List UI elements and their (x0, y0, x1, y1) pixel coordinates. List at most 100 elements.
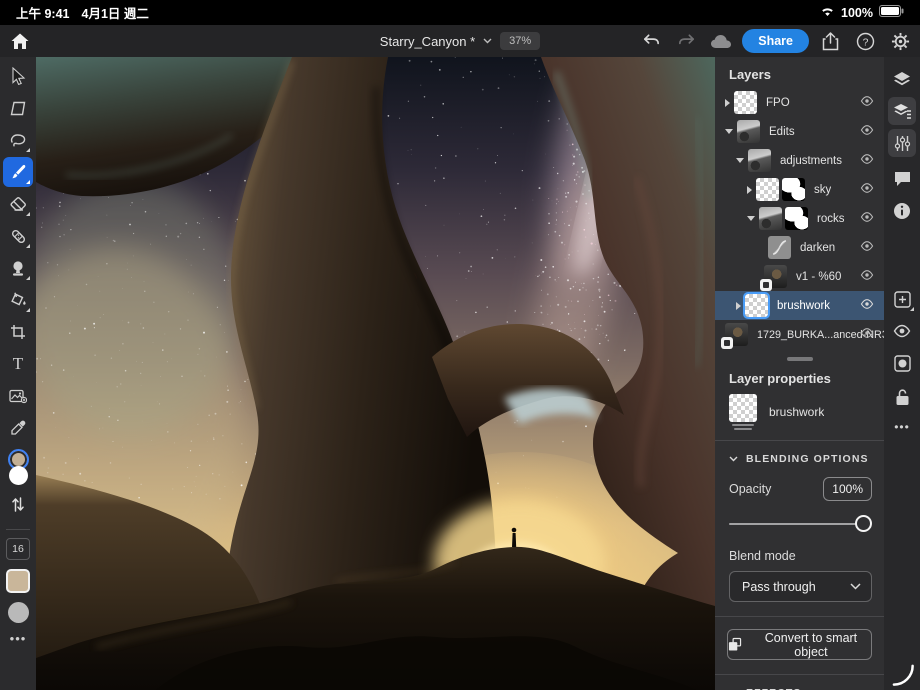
brush-color-preview[interactable] (6, 569, 30, 593)
layer-thumbnail[interactable] (734, 91, 757, 114)
help-icon[interactable]: ? (851, 27, 879, 55)
curves-adjustment-thumbnail[interactable] (768, 236, 791, 259)
settings-gear-icon[interactable] (886, 27, 914, 55)
layer-mask-thumbnail[interactable] (782, 178, 805, 201)
disclosure-expanded-icon[interactable] (747, 216, 755, 221)
top-toolbar: Starry_Canyon * 37% Share ? (0, 25, 920, 57)
opacity-value-field[interactable]: 100% (823, 477, 872, 501)
blend-mode-select[interactable]: Pass through (729, 571, 872, 602)
layer-row-darken[interactable]: darken (715, 233, 884, 262)
layer-mask-button[interactable] (888, 349, 916, 377)
chevron-down-icon (729, 456, 738, 462)
document-title[interactable]: Starry_Canyon * (380, 34, 475, 49)
fill-tool[interactable] (3, 285, 33, 315)
opacity-label: Opacity (729, 482, 772, 496)
comments-panel-icon[interactable] (888, 165, 916, 193)
starry-canyon-image (36, 57, 715, 690)
layer-thumbnail[interactable] (743, 292, 770, 319)
zoom-level-badge[interactable]: 37% (500, 32, 541, 50)
layer-properties-thumbnail (729, 394, 757, 430)
lasso-select-tool[interactable] (3, 125, 33, 155)
smart-object-badge (760, 279, 772, 291)
cloud-sync-icon[interactable] (707, 27, 735, 55)
lock-layer-button[interactable] (888, 383, 916, 411)
document-canvas[interactable] (36, 57, 715, 690)
layer-row-v1[interactable]: v1 - %60 (715, 262, 884, 291)
opacity-slider[interactable] (729, 515, 872, 533)
info-panel-icon[interactable] (888, 197, 916, 225)
disclosure-collapsed-icon[interactable] (747, 185, 752, 194)
visibility-eye-icon[interactable] (860, 239, 874, 257)
brush-size-badge[interactable]: 16 (6, 538, 30, 560)
layer-properties-item: brushwork (715, 394, 884, 430)
toolbar-divider (6, 529, 30, 530)
redo-button[interactable] (672, 27, 700, 55)
clone-stamp-tool[interactable] (3, 253, 33, 283)
smart-object-badge (721, 337, 733, 349)
type-tool[interactable]: T (3, 349, 33, 379)
opacity-slider-knob[interactable] (855, 515, 872, 532)
healing-brush-tool[interactable] (3, 221, 33, 251)
move-tool[interactable] (3, 61, 33, 91)
visibility-eye-icon[interactable] (860, 181, 874, 199)
chevron-down-icon (483, 38, 492, 44)
layer-row-adjustments[interactable]: adjustments (715, 146, 884, 175)
battery-icon (879, 5, 904, 20)
eyedropper-tool[interactable] (3, 413, 33, 443)
swap-colors-button[interactable] (3, 489, 33, 519)
visibility-eye-icon[interactable] (860, 268, 874, 286)
layer-row-1729[interactable]: 1729_BURKA...anced-NR33 (715, 320, 884, 349)
layer-visibility-button[interactable] (888, 317, 916, 345)
adjustments-panel-icon[interactable] (888, 129, 916, 157)
layer-more-options-button[interactable]: ••• (888, 413, 916, 441)
visibility-eye-icon[interactable] (860, 94, 874, 112)
visibility-eye-icon[interactable] (860, 123, 874, 141)
effects-header[interactable]: EFFECTS (715, 675, 884, 690)
brush-tool[interactable] (3, 157, 33, 187)
layers-panel: Layers FPO Edits adjustments sky rocks d… (715, 57, 884, 690)
layer-row-brushwork-selected[interactable]: brushwork (715, 291, 884, 320)
layer-row-sky[interactable]: sky (715, 175, 884, 204)
visibility-eye-icon[interactable] (860, 210, 874, 228)
layer-thumbnail[interactable] (748, 149, 771, 172)
background-color-swatch[interactable] (8, 466, 28, 485)
eraser-tool[interactable] (3, 189, 33, 219)
layer-properties-panel-icon[interactable] (888, 97, 916, 125)
panel-drag-handle[interactable] (786, 357, 813, 361)
disclosure-expanded-icon[interactable] (725, 129, 733, 134)
visibility-eye-icon[interactable] (860, 152, 874, 170)
add-layer-button[interactable] (888, 285, 916, 313)
layer-mask-thumbnail[interactable] (785, 207, 808, 230)
disclosure-expanded-icon[interactable] (736, 158, 744, 163)
date: 4月1日 週二 (81, 7, 149, 21)
crop-tool[interactable] (3, 317, 33, 347)
layers-panel-icon[interactable] (888, 65, 916, 93)
blending-options-header[interactable]: BLENDING OPTIONS (715, 441, 884, 465)
blend-mode-label: Blend mode (729, 549, 796, 563)
undo-button[interactable] (637, 27, 665, 55)
visibility-eye-icon[interactable] (860, 297, 874, 315)
share-button[interactable]: Share (742, 29, 809, 53)
layer-thumbnail[interactable] (759, 207, 782, 230)
corner-gesture-arc (892, 664, 914, 686)
smart-object-thumbnail[interactable] (760, 265, 787, 291)
color-swatches[interactable] (7, 449, 29, 485)
disclosure-collapsed-icon[interactable] (725, 98, 730, 107)
smart-object-thumbnail[interactable] (721, 323, 748, 349)
convert-to-smart-object-button[interactable]: Convert to smart object (727, 629, 872, 660)
transform-tool[interactable] (3, 93, 33, 123)
divider (715, 616, 884, 617)
layer-row-fpo[interactable]: FPO (715, 88, 884, 117)
visibility-eye-icon[interactable] (860, 326, 874, 344)
tool-options-more-button[interactable]: ••• (10, 631, 27, 646)
layer-row-edits[interactable]: Edits (715, 117, 884, 146)
export-icon[interactable] (816, 27, 844, 55)
layer-thumbnail[interactable] (756, 178, 779, 201)
disclosure-collapsed-icon[interactable] (736, 301, 741, 310)
layer-row-rocks[interactable]: rocks (715, 204, 884, 233)
brush-shape-preview[interactable] (7, 602, 29, 623)
place-photo-tool[interactable] (3, 381, 33, 411)
tool-bar: T 16 ••• (0, 57, 36, 690)
layer-thumbnail[interactable] (737, 120, 760, 143)
home-button[interactable] (7, 28, 33, 54)
